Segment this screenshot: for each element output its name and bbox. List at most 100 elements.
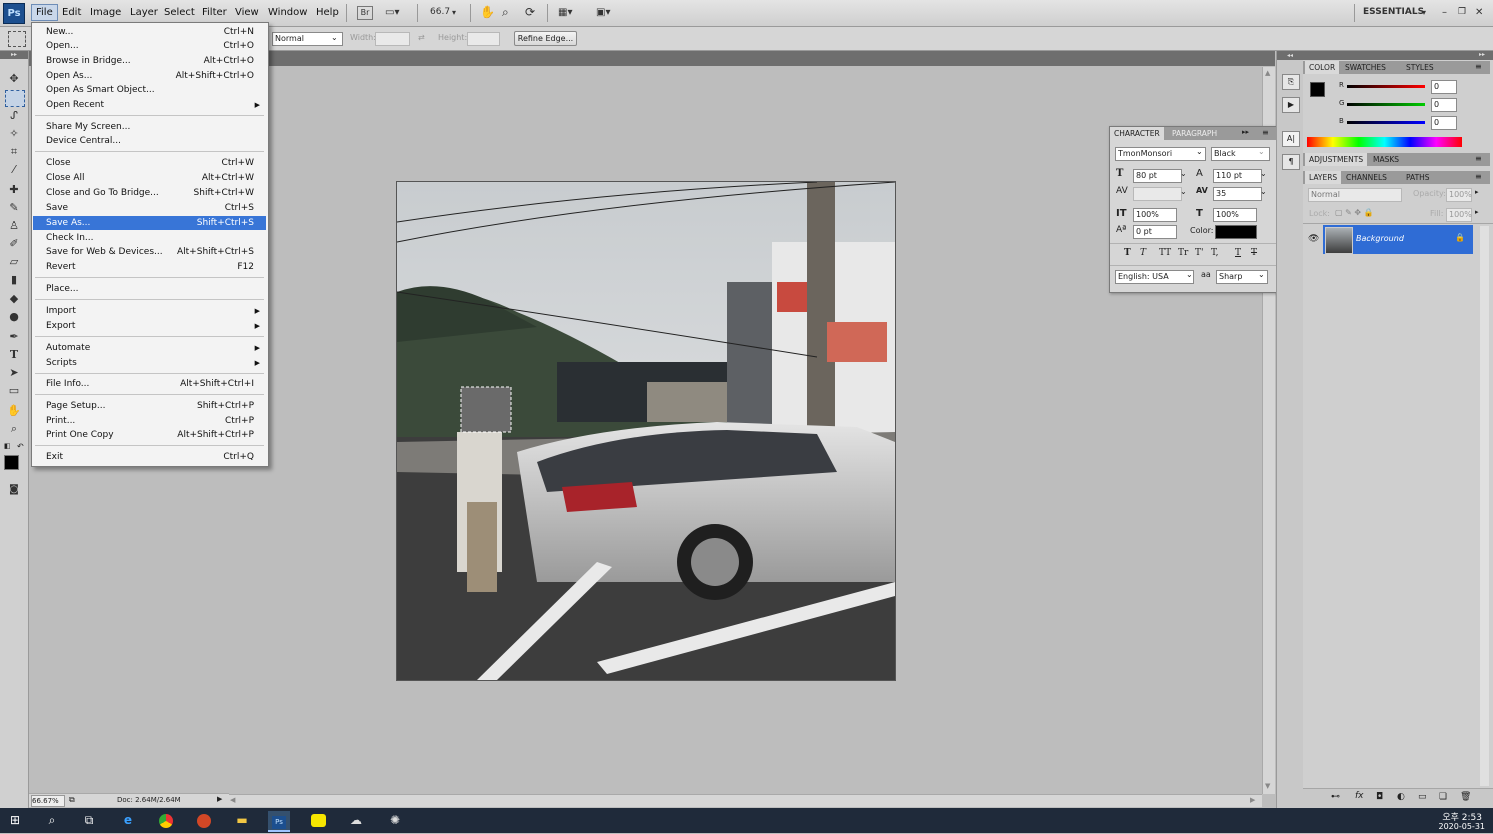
brush-tool-icon[interactable]: ✎ [5, 200, 23, 215]
green-slider[interactable] [1347, 103, 1425, 106]
panel-menu-icon[interactable]: ≡ [1475, 62, 1482, 71]
clock-date[interactable]: 2020-05-31 [1430, 822, 1486, 831]
document-info-icon[interactable]: ⧉ [69, 795, 75, 805]
font-size-field[interactable]: 80 pt [1133, 169, 1182, 183]
app-icon[interactable]: ✺ [384, 811, 406, 830]
blue-slider[interactable] [1347, 121, 1425, 124]
visibility-eye-icon[interactable]: 👁 [1308, 234, 1319, 244]
blur-tool-icon[interactable]: ◆ [5, 291, 23, 306]
gradient-tool-icon[interactable]: ▮ [5, 272, 23, 287]
history-panel-icon[interactable]: ⎘ [1282, 74, 1300, 90]
chrome-icon[interactable] [155, 811, 177, 830]
bridge-button[interactable]: Br [357, 6, 373, 20]
tab-adjustments[interactable]: ADJUSTMENTS [1305, 153, 1368, 166]
menu-file[interactable]: File [31, 4, 58, 21]
character-panel-icon[interactable]: A| [1282, 131, 1300, 147]
menu-item-close[interactable]: Close Ctrl+W [33, 156, 266, 170]
swap-icon[interactable]: ⇄ [418, 32, 425, 44]
menu-item-automate[interactable]: Automate ▶ [33, 341, 266, 355]
tab-layers[interactable]: LAYERS [1305, 171, 1342, 184]
lock-icons[interactable]: ▢ ✎ ✥ 🔒 [1335, 208, 1374, 217]
menu-item-revert[interactable]: Revert F12 [33, 260, 266, 274]
eyedropper-icon[interactable]: ⁄ [5, 162, 23, 177]
menu-edit[interactable]: Edit [58, 5, 85, 20]
opacity-arrow-icon[interactable]: ▸ [1475, 188, 1479, 196]
menu-item-scripts[interactable]: Scripts ▶ [33, 356, 266, 370]
kakaotalk-icon[interactable] [307, 811, 329, 830]
paragraph-panel-icon[interactable]: ¶ [1282, 154, 1300, 170]
panel-menu-icon[interactable]: ≡ [1262, 128, 1269, 137]
menu-item-exit[interactable]: Exit Ctrl+Q [33, 450, 266, 464]
rotate-view-icon[interactable]: ⟳ [525, 5, 535, 20]
menu-view[interactable]: View [231, 5, 263, 20]
shape-tool-icon[interactable]: ▭ [5, 383, 23, 398]
scroll-right-icon[interactable]: ▶ [1250, 796, 1255, 804]
menu-item-save-for-web[interactable]: Save for Web & Devices... Alt+Shift+Ctrl+… [33, 245, 266, 259]
default-colors-icon[interactable]: ◧ [4, 442, 11, 450]
panel-collapse-icon[interactable]: ▸▸ [1242, 128, 1249, 136]
menu-filter[interactable]: Filter [198, 5, 231, 20]
menu-item-file-info[interactable]: File Info... Alt+Shift+Ctrl+I [33, 377, 266, 391]
menu-help[interactable]: Help [312, 5, 343, 20]
menu-item-close-and-go-to-bridge[interactable]: Close and Go To Bridge... Shift+Ctrl+W [33, 186, 266, 200]
tracking-field[interactable]: 35 [1213, 187, 1262, 201]
layers-scrollbar[interactable] [1480, 226, 1489, 786]
refine-edge-button[interactable]: Refine Edge... [514, 31, 577, 46]
faux-bold-button[interactable]: T [1124, 248, 1131, 258]
healing-brush-icon[interactable]: ✚ [5, 182, 23, 197]
photoshop-taskbar-icon[interactable]: Ps [268, 811, 290, 832]
tab-masks[interactable]: MASKS [1369, 153, 1403, 166]
hand-tool-icon[interactable]: ✋ [480, 5, 495, 20]
zoom-dropdown[interactable]: 66.7 [430, 5, 450, 20]
faux-italic-button[interactable]: T [1140, 248, 1146, 258]
zoom-tool-icon[interactable]: ⌕ [502, 5, 509, 20]
menu-item-share-my-screen[interactable]: Share My Screen... [33, 120, 266, 134]
crop-tool-icon[interactable]: ⌗ [5, 144, 23, 159]
panel-expand-icon[interactable]: ▸▸ [1479, 51, 1485, 58]
menu-item-export[interactable]: Export ▶ [33, 319, 266, 333]
lasso-tool-icon[interactable]: ᔑ [5, 108, 23, 123]
panel-collapse-icon[interactable]: ◂◂ [1277, 51, 1303, 60]
font-family-select[interactable]: TmonMonsori [1115, 147, 1206, 161]
underline-button[interactable]: T [1235, 248, 1241, 258]
tab-color[interactable]: COLOR [1305, 61, 1340, 74]
new-layer-icon[interactable]: ❏ [1439, 792, 1447, 802]
opacity-field[interactable]: 100% [1446, 188, 1472, 202]
foreground-color-swatch[interactable] [4, 455, 19, 470]
kerning-field[interactable] [1133, 187, 1182, 201]
blend-mode-select[interactable]: Normal [1308, 188, 1402, 202]
menu-item-place[interactable]: Place... [33, 282, 266, 296]
search-icon[interactable]: ⌕ [41, 811, 63, 830]
menu-item-open-as[interactable]: Open As... Alt+Shift+Ctrl+O [33, 69, 266, 83]
menu-item-new[interactable]: New... Ctrl+N [33, 25, 266, 39]
panel-collapse-icon[interactable]: ▸▸ [0, 51, 28, 59]
pen-tool-icon[interactable]: ✒ [5, 329, 23, 344]
subscript-button[interactable]: T, [1211, 248, 1219, 258]
vertical-scale-field[interactable]: 100% [1133, 208, 1177, 222]
chevron-down-icon[interactable]: ▾ [452, 5, 456, 20]
menu-item-device-central[interactable]: Device Central... [33, 134, 266, 148]
menu-item-print[interactable]: Print... Ctrl+P [33, 414, 266, 428]
menu-item-print-one-copy[interactable]: Print One Copy Alt+Shift+Ctrl+P [33, 428, 266, 442]
menu-item-check-in[interactable]: Check In... [33, 231, 266, 245]
menu-item-browse-in-bridge[interactable]: Browse in Bridge... Alt+Ctrl+O [33, 54, 266, 68]
baseline-shift-field[interactable]: 0 pt [1133, 225, 1177, 239]
eraser-icon[interactable]: ▱ [5, 254, 23, 269]
screen-mode-icon[interactable]: ▭▾ [385, 5, 399, 20]
width-field[interactable] [375, 32, 410, 46]
close-icon[interactable]: ✕ [1475, 5, 1483, 20]
menu-item-open-recent[interactable]: Open Recent ▶ [33, 98, 266, 112]
app-icon[interactable]: ☁ [345, 811, 367, 830]
menu-item-close-all[interactable]: Close All Alt+Ctrl+W [33, 171, 266, 185]
small-caps-button[interactable]: Tr [1178, 248, 1188, 258]
actions-panel-icon[interactable]: ▶ [1282, 97, 1300, 113]
menu-item-save[interactable]: Save Ctrl+S [33, 201, 266, 215]
menu-item-import[interactable]: Import ▶ [33, 304, 266, 318]
tab-paths[interactable]: PATHS [1402, 171, 1434, 184]
type-tool-icon[interactable]: T [5, 347, 23, 362]
task-view-icon[interactable]: ⧉ [78, 811, 100, 830]
tab-swatches[interactable]: SWATCHES [1341, 61, 1390, 74]
color-spectrum-bar[interactable] [1307, 137, 1462, 147]
menu-image[interactable]: Image [86, 5, 125, 20]
history-brush-icon[interactable]: ✐ [5, 236, 23, 251]
